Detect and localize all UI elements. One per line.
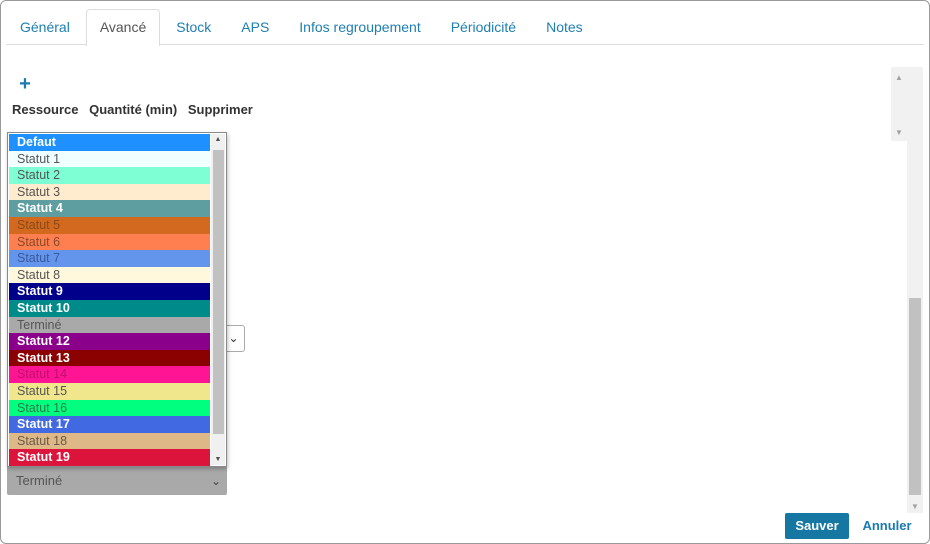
status-option[interactable]: Statut 16 xyxy=(9,399,210,417)
column-header-ressource: Ressource xyxy=(12,102,79,117)
scroll-down-arrow-icon[interactable]: ▼ xyxy=(211,456,225,463)
status-select[interactable]: Terminé ⌄ xyxy=(7,467,227,495)
status-option[interactable]: Statut 17 xyxy=(9,416,210,433)
content-scrollbar[interactable]: ▼ xyxy=(907,67,923,513)
status-option[interactable]: Statut 5 xyxy=(9,217,210,234)
plus-icon: + xyxy=(19,73,31,95)
status-option[interactable]: Statut 10 xyxy=(9,300,210,317)
scroll-down-arrow-icon[interactable]: ▼ xyxy=(891,128,907,137)
status-option[interactable]: Statut 13 xyxy=(9,349,210,367)
status-option[interactable]: Statut 3 xyxy=(9,183,210,201)
column-header-supprimer: Supprimer xyxy=(187,102,253,117)
dialog: Général Avancé Stock APS Infos regroupem… xyxy=(0,0,930,544)
content-inner-scrollbar[interactable]: ▲ ▼ xyxy=(891,67,907,141)
status-option[interactable]: Statut 12 xyxy=(9,333,210,350)
status-option[interactable]: Statut 1 xyxy=(9,150,210,168)
tab-infos-regroupement[interactable]: Infos regroupement xyxy=(285,9,434,45)
cancel-button[interactable]: Annuler xyxy=(855,513,919,539)
dropdown-scrollbar-thumb[interactable] xyxy=(213,150,224,434)
content-scrollbar-thumb[interactable] xyxy=(909,298,921,495)
column-headers: Ressource Quantité (min) Supprimer xyxy=(12,102,260,117)
status-option[interactable]: Statut 2 xyxy=(9,167,210,184)
scroll-up-arrow-icon[interactable]: ▲ xyxy=(211,136,225,143)
add-resource-button[interactable]: + xyxy=(10,72,40,98)
tab-periodicite[interactable]: Périodicité xyxy=(437,9,530,45)
status-option[interactable]: Statut 14 xyxy=(9,366,210,383)
status-option[interactable]: Statut 4 xyxy=(9,200,210,217)
tab-stock[interactable]: Stock xyxy=(162,9,225,45)
status-option[interactable]: Statut 6 xyxy=(9,233,210,251)
status-option[interactable]: Statut 9 xyxy=(9,283,210,300)
status-dropdown-list[interactable]: ▲ ▼ Defaut Statut 1 Statut 2 Statut 3 Statut… xyxy=(7,132,227,467)
status-option[interactable]: Statut 15 xyxy=(9,383,210,400)
tab-notes[interactable]: Notes xyxy=(532,9,597,45)
tab-general[interactable]: Général xyxy=(6,9,84,45)
dropdown-scrollbar[interactable]: ▲ ▼ xyxy=(211,134,225,465)
tab-avance[interactable]: Avancé xyxy=(85,9,161,46)
scroll-down-arrow-icon[interactable]: ▼ xyxy=(907,502,923,511)
chevron-down-icon: ⌄ xyxy=(210,474,221,488)
save-button[interactable]: Sauver xyxy=(785,513,849,539)
scroll-up-arrow-icon[interactable]: ▲ xyxy=(891,73,907,82)
chevron-down-icon: ⌄ xyxy=(228,331,239,345)
status-select-value: Terminé xyxy=(16,473,63,488)
status-option[interactable]: Statut 19 xyxy=(9,449,210,466)
status-option[interactable]: Statut 18 xyxy=(9,432,210,450)
tab-aps[interactable]: APS xyxy=(227,9,283,45)
status-option[interactable]: Defaut xyxy=(9,134,210,151)
status-option[interactable]: Statut 7 xyxy=(9,250,210,267)
status-option[interactable]: Statut 8 xyxy=(9,266,210,284)
status-option[interactable]: Terminé xyxy=(9,316,210,334)
column-header-quantite: Quantité (min) xyxy=(89,102,178,117)
tab-bar: Général Avancé Stock APS Infos regroupem… xyxy=(6,9,924,46)
